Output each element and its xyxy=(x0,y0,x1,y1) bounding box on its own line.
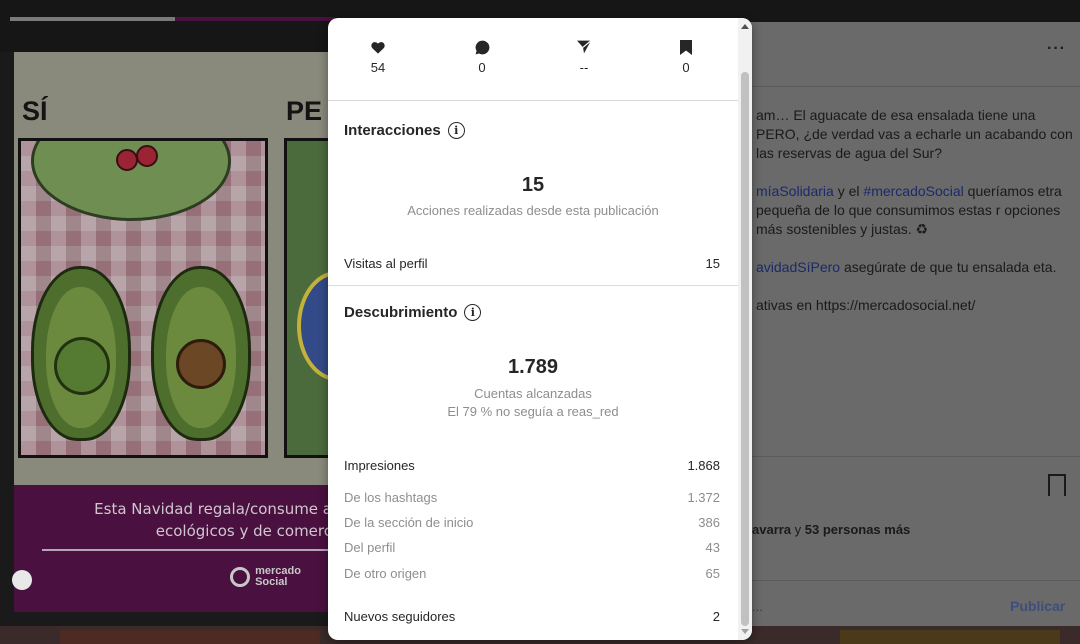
non-followers-note: El 79 % no seguía a reas_red xyxy=(447,404,619,419)
right-illustration xyxy=(284,138,332,458)
divider xyxy=(328,100,738,101)
progress-stripe xyxy=(10,17,175,21)
hashtag-link[interactable]: míaSolidaria xyxy=(756,183,834,199)
profile-visits-row: Visitas al perfil 15 xyxy=(344,256,720,271)
insights-modal: 54 0 -- 0 Interacciones i 15 Acciones re… xyxy=(328,18,752,640)
ball-illustration xyxy=(297,271,332,381)
comment-input[interactable]: ... xyxy=(752,599,763,614)
accounts-reached-total: 1.789 xyxy=(507,356,559,378)
hashtag-link[interactable]: avidadSíPero xyxy=(756,259,840,275)
avocado-half-seat xyxy=(31,266,131,441)
info-icon[interactable]: i xyxy=(447,122,465,139)
progress-stripe xyxy=(175,17,335,21)
impressions-source-row: De la sección de inicio 386 xyxy=(344,515,720,530)
more-options-icon[interactable]: ··· xyxy=(1047,40,1066,58)
scroll-up-arrow-icon[interactable] xyxy=(741,24,749,29)
discovery-title: Descubrimiento i xyxy=(344,304,482,321)
comment-icon xyxy=(452,36,512,58)
avocado-half-pit xyxy=(151,266,251,441)
divider xyxy=(328,285,738,286)
stats-row: 54 0 -- 0 xyxy=(328,18,738,100)
info-icon[interactable]: i xyxy=(464,304,482,321)
tomato xyxy=(116,149,138,171)
image-footer-line xyxy=(42,549,332,551)
save-bookmark-icon[interactable] xyxy=(1048,474,1066,496)
accounts-reached-caption: Cuentas alcanzadas xyxy=(474,386,592,401)
saves-stat: 0 xyxy=(656,36,716,75)
user-tag-icon[interactable] xyxy=(12,570,32,590)
shares-stat: -- xyxy=(554,36,614,75)
bookmark-icon xyxy=(656,36,716,58)
publish-button[interactable]: Publicar xyxy=(1010,598,1065,614)
interactions-title: Interacciones i xyxy=(344,122,465,139)
mercado-social-logo: mercado Social xyxy=(230,566,301,588)
likes-summary[interactable]: avarra y 53 personas más xyxy=(752,522,910,537)
send-icon xyxy=(554,36,614,58)
impressions-source-row: Del perfil 43 xyxy=(344,540,720,555)
image-footer-text: Esta Navidad regala/consume a ecológicos… xyxy=(94,500,332,540)
scroll-down-arrow-icon[interactable] xyxy=(741,629,749,634)
tomato xyxy=(136,145,158,167)
interactions-caption: Acciones realizadas desde esta publicaci… xyxy=(407,203,659,218)
impressions-source-row: De otro origen 65 xyxy=(344,566,720,581)
likes-stat: 54 xyxy=(348,36,408,75)
interactions-total: 15 xyxy=(521,174,545,196)
image-right-title: PE xyxy=(286,96,323,126)
hashtag-link[interactable]: #mercadoSocial xyxy=(863,183,963,199)
post-image[interactable]: SÍ PE Esta Navidad regala/consume a ecol… xyxy=(14,52,332,612)
modal-scrollbar[interactable] xyxy=(738,18,752,640)
new-followers-row: Nuevos seguidores 2 xyxy=(344,609,720,624)
impressions-row: Impresiones 1.868 xyxy=(344,458,720,473)
salad-illustration xyxy=(18,138,268,458)
post-caption: am… El aguacate de esa ensalada tiene un… xyxy=(756,107,1073,313)
image-left-title: SÍ xyxy=(22,96,48,126)
scroll-thumb[interactable] xyxy=(741,72,749,626)
heart-icon xyxy=(348,36,408,58)
comments-stat: 0 xyxy=(452,36,512,75)
impressions-source-row: De los hashtags 1.372 xyxy=(344,490,720,505)
